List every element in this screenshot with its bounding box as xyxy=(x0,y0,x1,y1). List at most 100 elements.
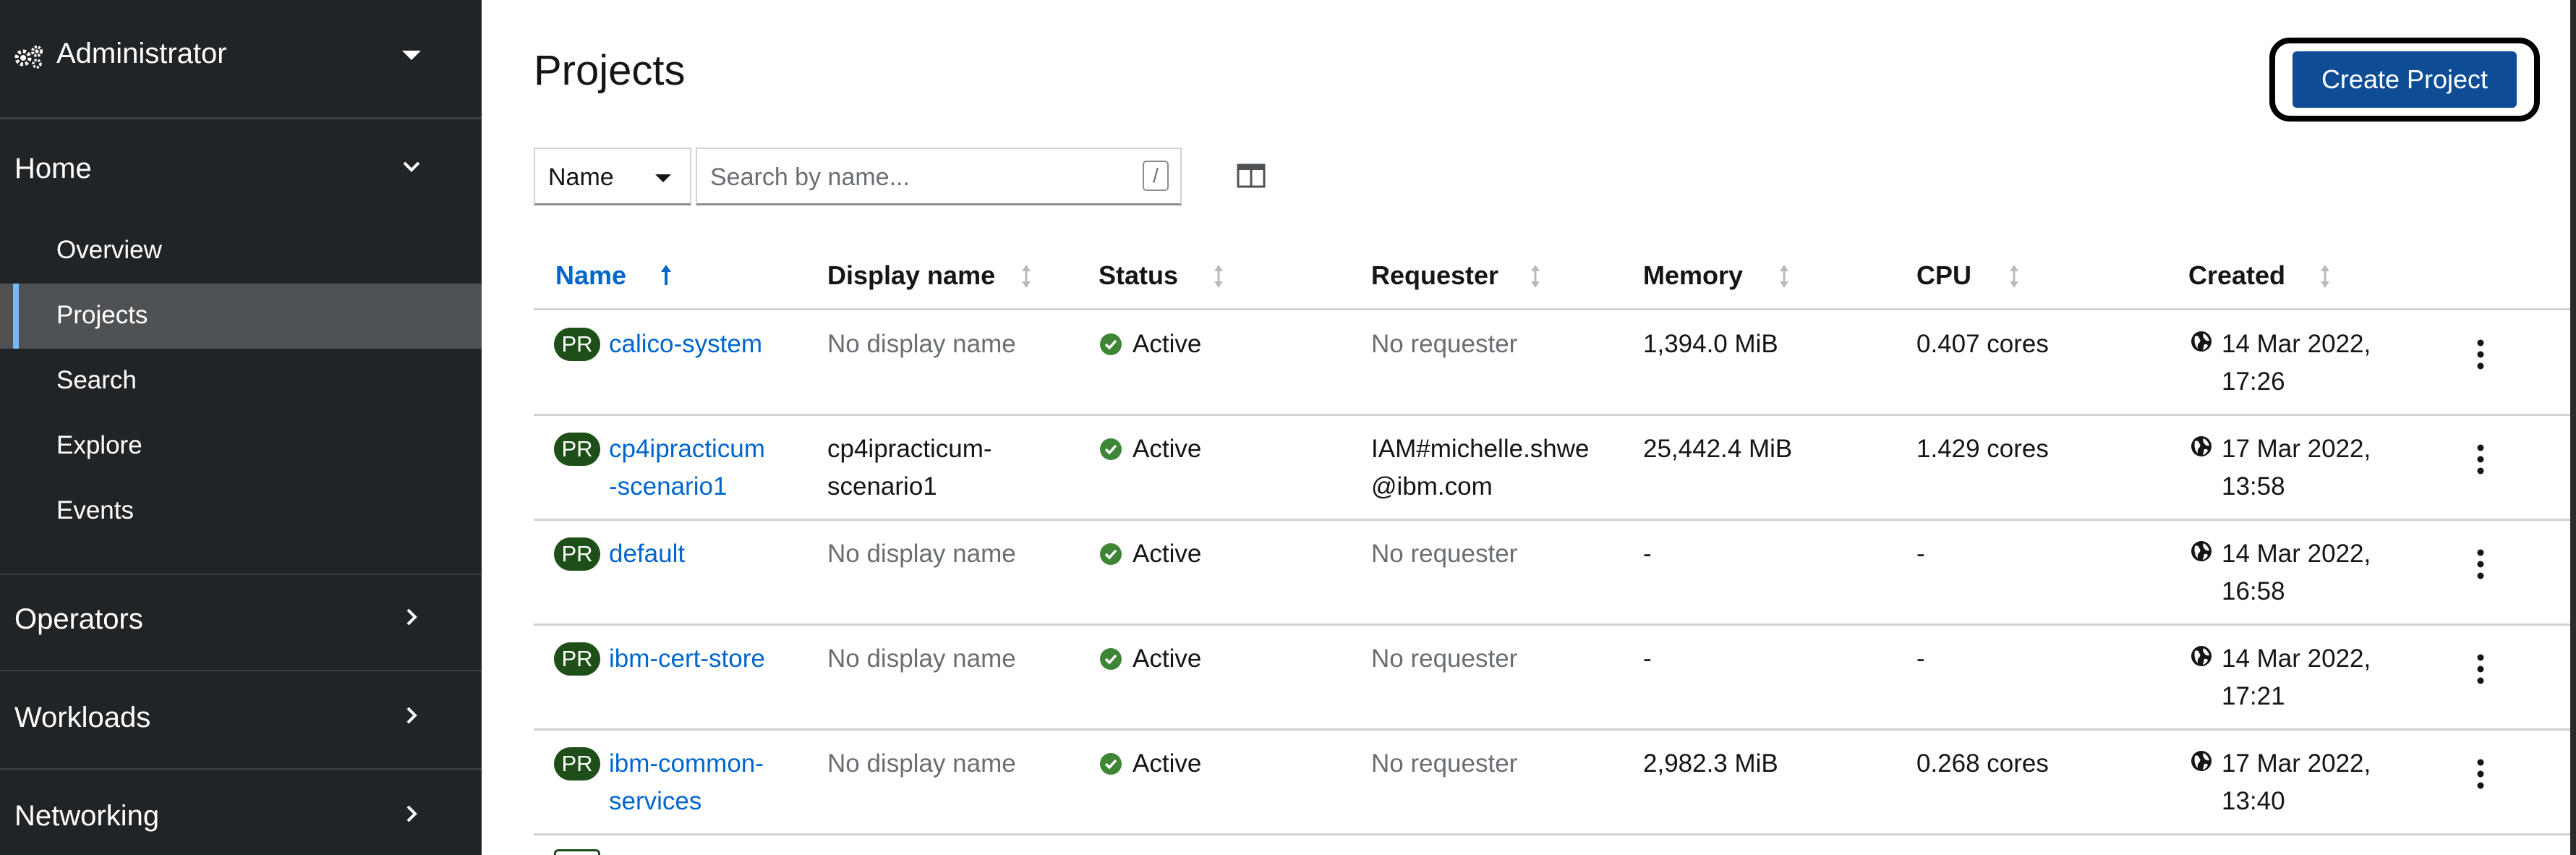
filter-type-dropdown[interactable]: Name xyxy=(534,148,691,205)
create-project-button[interactable]: Create Project xyxy=(2293,51,2517,108)
sort-ascending-icon[interactable] xyxy=(658,262,674,291)
check-circle-icon xyxy=(1100,543,1122,565)
kebab-icon[interactable] xyxy=(2475,758,2486,790)
project-badge: PR xyxy=(554,433,600,466)
globe-icon xyxy=(2191,331,2212,352)
row-divider xyxy=(534,624,2570,626)
globe-icon xyxy=(2191,541,2212,561)
requester: IAM#michelle.shwe xyxy=(1371,435,1590,463)
created-time: 13:58 xyxy=(2222,472,2285,501)
display-name: No display name xyxy=(827,645,1016,673)
kebab-icon[interactable] xyxy=(2475,548,2486,580)
column-management-icon[interactable] xyxy=(1237,163,1266,188)
project-name-link[interactable]: calico-system xyxy=(609,326,762,363)
window-edge xyxy=(2570,0,2576,855)
status-text: Active xyxy=(1133,645,1202,673)
cpu-value: - xyxy=(1916,645,1925,673)
cpu-value: 0.407 cores xyxy=(1916,330,2049,358)
created-date: 14 Mar 2022, xyxy=(2222,645,2371,673)
chevron-right-icon xyxy=(406,805,417,822)
kebab-icon[interactable] xyxy=(2475,443,2486,475)
globe-icon xyxy=(2191,646,2212,666)
keyboard-shortcut-hint: / xyxy=(1143,161,1169,191)
sort-icon[interactable] xyxy=(2006,262,2022,291)
requester: No requester xyxy=(1371,540,1518,568)
nav-item-projects[interactable]: Projects xyxy=(0,284,482,349)
check-circle-icon xyxy=(1100,753,1122,775)
sort-icon[interactable] xyxy=(1527,262,1543,291)
project-badge: PR xyxy=(554,642,600,676)
column-header-created[interactable]: Created xyxy=(2188,260,2285,291)
kebab-icon[interactable] xyxy=(2475,339,2486,370)
perspective-switcher[interactable]: Administrator xyxy=(0,0,482,119)
created-date: 17 Mar 2022, xyxy=(2222,749,2371,778)
created-date: 14 Mar 2022, xyxy=(2222,330,2371,358)
project-name-link[interactable]: cp4ipracticum xyxy=(609,430,765,468)
memory-value: - xyxy=(1643,645,1652,673)
caret-down-icon xyxy=(402,51,421,60)
memory-value: - xyxy=(1643,540,1652,568)
filter-type-label: Name xyxy=(548,163,614,191)
check-circle-icon xyxy=(1100,438,1122,460)
project-badge: PR xyxy=(554,747,600,780)
column-header-memory[interactable]: Memory xyxy=(1643,260,1743,291)
requester: No requester xyxy=(1371,749,1518,778)
project-name-link[interactable]: default xyxy=(609,535,685,573)
sort-icon[interactable] xyxy=(1776,262,1792,291)
project-name-link[interactable]: ibm-common- xyxy=(609,745,764,783)
project-badge xyxy=(554,849,600,855)
project-name-link[interactable]: ibm-cert-store xyxy=(609,640,765,678)
search-input[interactable] xyxy=(709,159,1117,195)
sort-icon[interactable] xyxy=(1018,262,1034,291)
status-text: Active xyxy=(1133,749,1202,778)
project-badge: PR xyxy=(554,537,600,571)
nav-item-label: Events xyxy=(56,496,134,524)
requester: No requester xyxy=(1371,330,1518,358)
globe-icon xyxy=(2191,751,2212,771)
column-header-display-name[interactable]: Display name xyxy=(827,260,995,291)
nav-item-explore[interactable]: Explore xyxy=(0,414,482,479)
nav-item-overview[interactable]: Overview xyxy=(0,218,482,284)
column-header-cpu[interactable]: CPU xyxy=(1916,260,1971,291)
nav-item-label: Explore xyxy=(56,431,142,459)
chevron-right-icon xyxy=(406,608,417,626)
display-name: cp4ipracticum- xyxy=(827,435,992,463)
column-header-requester[interactable]: Requester xyxy=(1371,260,1498,291)
perspective-label: Administrator xyxy=(56,38,227,69)
active-indicator xyxy=(13,284,19,349)
requester: No requester xyxy=(1371,645,1518,673)
nav-item-search[interactable]: Search xyxy=(0,349,482,414)
nav-section-networking[interactable]: Networking xyxy=(14,800,159,833)
created-date: 17 Mar 2022, xyxy=(2222,435,2371,463)
nav-item-label: Overview xyxy=(56,236,162,264)
row-divider xyxy=(534,414,2570,416)
check-circle-icon xyxy=(1100,333,1122,355)
status-text: Active xyxy=(1133,330,1202,358)
nav-item-label: Projects xyxy=(56,301,148,329)
created-time: 17:21 xyxy=(2222,682,2285,710)
column-header-name[interactable]: Name xyxy=(555,260,626,291)
nav-divider xyxy=(0,574,482,575)
nav-section-operators[interactable]: Operators xyxy=(14,603,143,636)
project-name-link-cont[interactable]: -scenario1 xyxy=(609,468,727,506)
created-time: 17:26 xyxy=(2222,367,2285,396)
nav-divider xyxy=(0,670,482,671)
memory-value: 2,982.3 MiB xyxy=(1643,749,1778,778)
nav-section-workloads[interactable]: Workloads xyxy=(14,702,150,734)
caret-down-icon xyxy=(655,174,671,182)
memory-value: 25,442.4 MiB xyxy=(1643,435,1793,463)
check-circle-icon xyxy=(1100,648,1122,670)
chevron-down-icon xyxy=(403,161,420,172)
nav-item-events[interactable]: Events xyxy=(0,479,482,544)
sort-icon[interactable] xyxy=(2317,262,2333,291)
nav-section-home-toggle[interactable]: Home xyxy=(14,153,92,185)
project-name-link-cont[interactable]: services xyxy=(609,783,701,820)
search-field: / xyxy=(696,148,1182,205)
gears-icon xyxy=(14,46,43,69)
column-header-status[interactable]: Status xyxy=(1099,260,1178,291)
requester-cont: @ibm.com xyxy=(1371,472,1493,501)
sort-icon[interactable] xyxy=(1211,262,1227,291)
memory-value: 1,394.0 MiB xyxy=(1643,330,1778,358)
display-name: No display name xyxy=(827,749,1016,778)
kebab-icon[interactable] xyxy=(2475,653,2486,685)
